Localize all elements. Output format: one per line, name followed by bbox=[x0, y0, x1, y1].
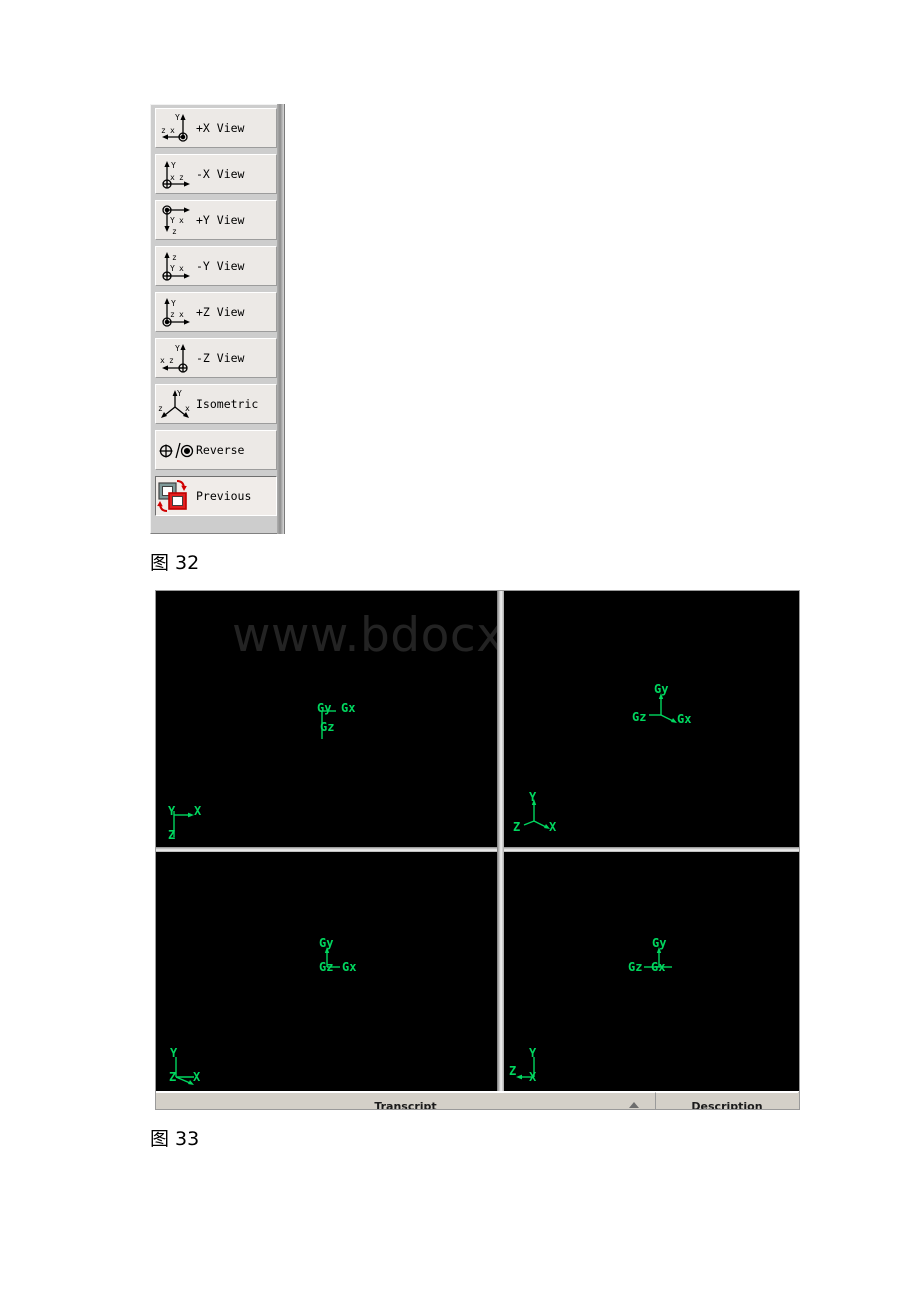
svg-text:x: x bbox=[179, 216, 184, 225]
svg-text:Y: Y bbox=[177, 389, 182, 398]
orientation-triad-bottom-right: Y Z X bbox=[508, 1043, 570, 1091]
svg-text:z: z bbox=[158, 404, 163, 413]
toolbar-button-plus-y-view[interactable]: Y x z +Y View bbox=[155, 200, 277, 240]
svg-text:Z: Z bbox=[169, 1070, 176, 1084]
toolbar-button-label: -Z View bbox=[196, 351, 245, 365]
svg-text:X: X bbox=[529, 1070, 537, 1084]
svg-text:Y: Y bbox=[529, 790, 537, 804]
svg-text:Gy: Gy bbox=[317, 701, 331, 715]
axis-triad-minus-x-icon: Y x z bbox=[156, 155, 196, 193]
orientation-triad-top-right: Y Z X bbox=[512, 790, 574, 841]
model-axis-labels-top-right: Gy Gz Gx bbox=[629, 681, 719, 737]
toolbar-button-label: -X View bbox=[196, 167, 245, 181]
svg-text:Y: Y bbox=[168, 804, 176, 818]
axis-triad-isometric-icon: Y z x bbox=[156, 385, 196, 423]
svg-text:x: x bbox=[179, 310, 184, 319]
model-axis-labels-bottom-right: Gy Gz Gx bbox=[624, 933, 714, 989]
svg-text:Gy: Gy bbox=[652, 936, 666, 950]
toolbar-button-previous-view[interactable]: Previous bbox=[155, 476, 277, 516]
svg-text:X: X bbox=[194, 804, 202, 818]
svg-text:Gz: Gz bbox=[320, 720, 334, 734]
viewport-quadrant-bottom-right[interactable]: Gy Gz Gx Y Z X bbox=[504, 851, 799, 1091]
svg-text:Y: Y bbox=[171, 299, 176, 308]
toolbar-button-label: Reverse bbox=[196, 443, 245, 457]
svg-text:Gz: Gz bbox=[319, 960, 333, 974]
toolbar-button-reverse[interactable]: Reverse bbox=[155, 430, 277, 470]
toolbar-button-minus-z-view[interactable]: Y x z -Z View bbox=[155, 338, 277, 378]
description-column-header[interactable]: Description bbox=[656, 1092, 798, 1109]
figure-32-caption: 图 32 bbox=[150, 552, 200, 574]
orientation-triad-bottom-left: Y Z X bbox=[164, 1043, 226, 1091]
svg-text:Y: Y bbox=[171, 161, 176, 170]
svg-text:Gy: Gy bbox=[319, 936, 333, 950]
svg-text:z: z bbox=[169, 356, 174, 365]
axis-triad-plus-x-icon: Y z x bbox=[156, 109, 196, 147]
svg-text:x: x bbox=[170, 126, 175, 135]
toolbar-button-plus-z-view[interactable]: Y z x +Z View bbox=[155, 292, 277, 332]
view-orientation-toolbar: Y z x +X View Y x z -X View Y x z +Y Vie… bbox=[150, 104, 285, 534]
viewport-vertical-splitter[interactable] bbox=[497, 591, 504, 1107]
svg-text:Y: Y bbox=[529, 1046, 537, 1060]
toolbar-button-label: +Y View bbox=[196, 213, 245, 227]
svg-text:Z: Z bbox=[509, 1064, 516, 1078]
sort-ascending-icon[interactable] bbox=[629, 1102, 639, 1108]
svg-text:Z: Z bbox=[513, 820, 520, 834]
svg-text:Gx: Gx bbox=[341, 701, 355, 715]
toolbar-button-label: Previous bbox=[196, 489, 252, 503]
svg-text:Gx: Gx bbox=[651, 960, 665, 974]
axis-triad-plus-z-icon: Y z x bbox=[156, 293, 196, 331]
svg-text:x: x bbox=[185, 404, 190, 413]
svg-text:X: X bbox=[549, 820, 557, 834]
viewport-quad-grid: www.bdocx.com Gy Gx Gz bbox=[156, 591, 799, 1109]
toolbar-button-label: -Y View bbox=[196, 259, 245, 273]
axis-triad-minus-y-icon: z Y x bbox=[156, 247, 196, 285]
svg-text:Y: Y bbox=[175, 113, 180, 122]
svg-text:Gz: Gz bbox=[628, 960, 642, 974]
model-axis-labels-bottom-left: Gy Gz Gx bbox=[314, 933, 404, 989]
svg-text:z: z bbox=[161, 126, 166, 135]
svg-text:Y: Y bbox=[170, 216, 175, 225]
axis-triad-minus-z-icon: Y x z bbox=[156, 339, 196, 377]
viewport-quadrant-top-right[interactable]: Gy Gz Gx Y Z X bbox=[504, 591, 799, 847]
svg-text:z: z bbox=[179, 173, 184, 182]
svg-text:Gx: Gx bbox=[677, 712, 691, 726]
viewport-bottom-panel: Transcript Description bbox=[156, 1091, 799, 1109]
viewport-figure-33: www.bdocx.com Gy Gx Gz bbox=[155, 590, 800, 1110]
toolbar-button-plus-x-view[interactable]: Y z x +X View bbox=[155, 108, 277, 148]
svg-text:x: x bbox=[179, 264, 184, 273]
reverse-target-icon bbox=[156, 431, 196, 469]
svg-text:x: x bbox=[160, 356, 165, 365]
toolbar-right-edge-divider bbox=[277, 104, 285, 534]
previous-view-cube-icon bbox=[156, 477, 196, 515]
description-column-label: Description bbox=[691, 1100, 763, 1109]
model-axis-labels-top-left: Gy Gx Gz bbox=[314, 701, 404, 753]
toolbar-button-minus-y-view[interactable]: z Y x -Y View bbox=[155, 246, 277, 286]
toolbar-button-label: +Z View bbox=[196, 305, 245, 319]
svg-text:z: z bbox=[170, 310, 175, 319]
toolbar-button-label: +X View bbox=[196, 121, 245, 135]
toolbar-button-label: Isometric bbox=[196, 397, 259, 411]
orientation-triad-top-left: Y X Z bbox=[164, 801, 224, 847]
svg-text:Gz: Gz bbox=[632, 710, 646, 724]
svg-text:Z: Z bbox=[168, 828, 175, 842]
toolbar-button-isometric-view[interactable]: Y z x Isometric bbox=[155, 384, 277, 424]
axis-triad-plus-y-icon: Y x z bbox=[156, 201, 196, 239]
svg-text:Y: Y bbox=[170, 264, 175, 273]
viewport-quadrant-top-left[interactable]: www.bdocx.com Gy Gx Gz bbox=[156, 591, 497, 847]
figure-33-caption: 图 33 bbox=[150, 1128, 200, 1150]
transcript-column-header[interactable]: Transcript bbox=[156, 1092, 656, 1109]
svg-text:Gy: Gy bbox=[654, 682, 668, 696]
svg-text:z: z bbox=[172, 253, 177, 262]
svg-text:Y: Y bbox=[170, 1046, 178, 1060]
transcript-column-label: Transcript bbox=[374, 1100, 437, 1109]
viewport-horizontal-splitter[interactable] bbox=[156, 847, 799, 852]
svg-text:z: z bbox=[172, 227, 177, 236]
watermark-text: www.bdocx.com bbox=[232, 608, 497, 663]
toolbar-button-minus-x-view[interactable]: Y x z -X View bbox=[155, 154, 277, 194]
svg-text:X: X bbox=[193, 1070, 201, 1084]
viewport-quadrant-bottom-left[interactable]: Gy Gz Gx Y Z X bbox=[156, 851, 497, 1091]
svg-text:Y: Y bbox=[175, 344, 180, 353]
svg-text:x: x bbox=[170, 173, 175, 182]
svg-text:Gx: Gx bbox=[342, 960, 356, 974]
